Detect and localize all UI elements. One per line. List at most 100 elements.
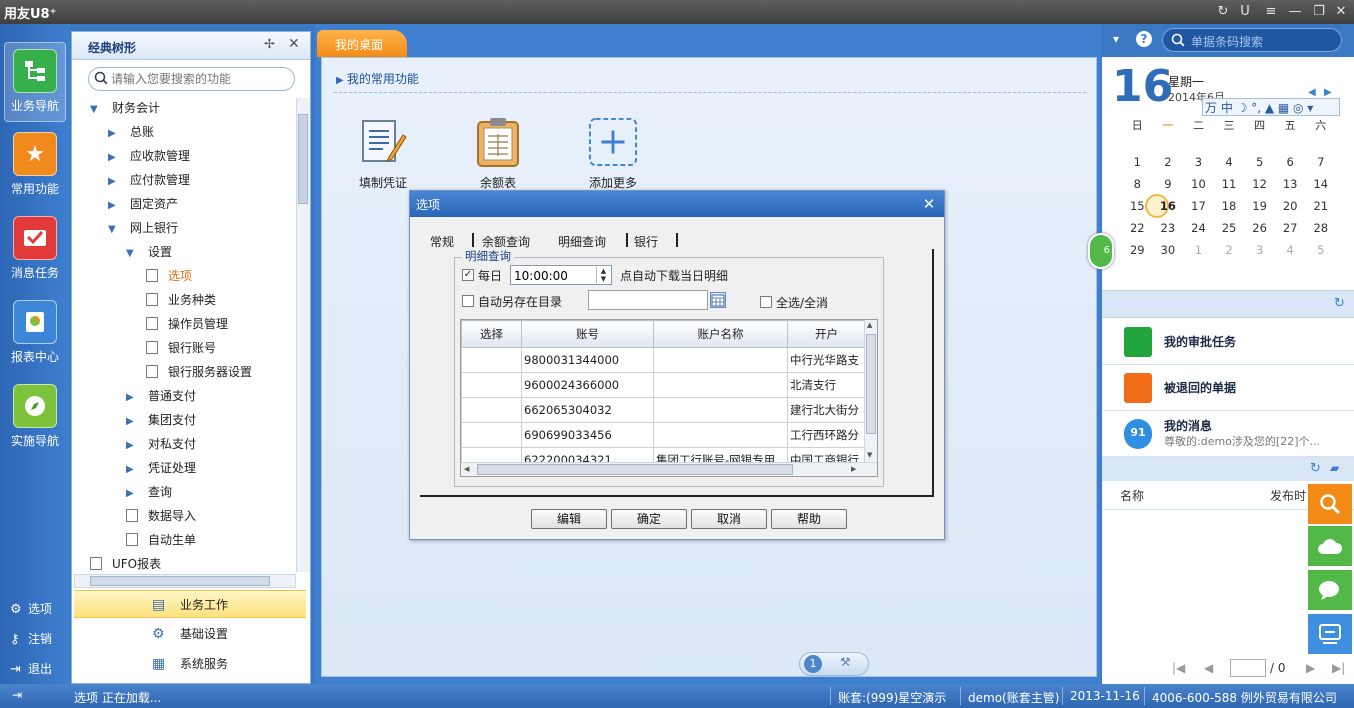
column-select[interactable]: 选择 [461, 320, 522, 348]
tree-vertical-scroll-thumb[interactable] [298, 114, 308, 204]
tab-bank[interactable]: 银行 [634, 233, 658, 250]
tree-node[interactable]: 操作员管理 [72, 312, 296, 336]
document-barcode-search[interactable]: 单据条码搜索 [1162, 28, 1342, 52]
chevron-right-icon[interactable]: ▶ [126, 434, 140, 458]
tree-node[interactable]: ▶ 固定资产 [72, 192, 296, 216]
close-icon[interactable]: ✕ [288, 36, 300, 52]
grid-vertical-scroll-thumb[interactable] [866, 334, 876, 434]
exit-link[interactable]: ⇥ 退出 [10, 660, 52, 677]
calendar-day-cell[interactable]: 19 [1244, 195, 1275, 217]
calendar-day-cell[interactable]: 4 [1275, 239, 1306, 261]
calendar-day-cell[interactable]: 7 [1305, 151, 1336, 173]
task-item[interactable]: 被退回的单据 [1102, 365, 1354, 411]
calendar-day-cell[interactable]: 11 [1214, 173, 1245, 195]
calendar-day-cell[interactable]: 1 [1183, 239, 1214, 261]
table-cell[interactable] [461, 347, 522, 373]
menu-icon[interactable]: ≡ [1262, 3, 1280, 21]
first-page-icon[interactable]: |◀ [1172, 661, 1185, 675]
options-link[interactable]: ⚙ 选项 [10, 600, 52, 617]
task-item[interactable]: 91 我的消息 尊敬的:demo涉及您的[22]个... [1102, 411, 1354, 457]
tree-node[interactable]: 业务种类 [72, 288, 296, 312]
nav-common-functions[interactable]: ★ 常用功能 [4, 126, 66, 206]
column-account-name[interactable]: 账户名称 [653, 320, 788, 348]
calendar-day-cell[interactable]: 13 [1275, 173, 1306, 195]
chevron-down-icon[interactable]: ▼ [126, 242, 140, 266]
basic-settings-button[interactable]: ⚙ 基础设置 [74, 620, 306, 648]
tree-node[interactable]: ▼ 设置 [72, 240, 296, 264]
calendar-day-cell[interactable]: 23 [1153, 217, 1184, 239]
chevron-down-icon[interactable]: ▼ [108, 218, 122, 242]
calendar-day-cell[interactable]: 4 [1214, 151, 1245, 173]
tree-node[interactable]: 银行服务器设置 [72, 360, 296, 384]
book-icon[interactable]: ▰ [1330, 461, 1339, 475]
tree-node[interactable]: 选项 [72, 264, 296, 288]
calendar-day-cell[interactable]: 2 [1153, 151, 1184, 173]
calendar-day-cell[interactable]: 28 [1305, 217, 1336, 239]
calendar-day-cell[interactable]: 14 [1305, 173, 1336, 195]
cancel-button[interactable]: 取消 [691, 509, 767, 529]
calendar-day-cell[interactable]: 3 [1183, 151, 1214, 173]
prev-page-icon[interactable]: ◀ [1204, 661, 1213, 675]
scroll-up-icon[interactable]: ▲ [867, 321, 872, 329]
calendar-day-cell[interactable]: 22 [1122, 217, 1153, 239]
calendar-day-cell[interactable]: 8 [1122, 173, 1153, 195]
table-cell[interactable] [461, 397, 522, 423]
scroll-down-icon[interactable]: ▼ [867, 451, 872, 459]
refresh-icon[interactable]: ↻ [1214, 3, 1232, 21]
dropdown-icon[interactable]: ▾ [1113, 32, 1119, 46]
tree-node[interactable]: ▶ 凭证处理 [72, 456, 296, 480]
scroll-right-icon[interactable]: ▶ [851, 465, 856, 473]
calendar-day-cell[interactable]: 30 [1153, 239, 1184, 261]
chevron-right-icon[interactable]: ▶ [126, 458, 140, 482]
tree-node[interactable]: ▶ 普通支付 [72, 384, 296, 408]
tree-node[interactable]: ▶ 查询 [72, 480, 296, 504]
calendar-day-cell[interactable]: 25 [1214, 217, 1245, 239]
table-row[interactable]: 662065304032 建行北大街分 [461, 397, 866, 423]
calendar-day-cell[interactable]: 15 [1122, 195, 1153, 217]
chevron-right-icon[interactable]: ▶ [108, 170, 122, 194]
tree-node[interactable]: ▶ 应付款管理 [72, 168, 296, 192]
column-bank[interactable]: 开户 [787, 320, 866, 348]
calendar-day-cell[interactable]: 26 [1244, 217, 1275, 239]
tab-my-desktop[interactable]: 我的桌面 [317, 30, 407, 57]
help-button[interactable]: 帮助 [771, 509, 847, 529]
table-row[interactable]: 9800031344000 中行光华路支 [461, 347, 866, 373]
chevron-right-icon[interactable]: ▶ [108, 194, 122, 218]
tree-node[interactable]: ▼ 财务会计 [72, 96, 296, 120]
cloud-tool-button[interactable] [1308, 526, 1352, 566]
refresh-icon[interactable]: ↻ [1334, 296, 1345, 311]
search-tool-button[interactable] [1308, 484, 1352, 524]
tab-detail-query[interactable]: 明细查询 [558, 233, 606, 250]
chevron-right-icon[interactable]: ▶ [126, 482, 140, 506]
tree-node[interactable]: 银行账号 [72, 336, 296, 360]
nav-report-center[interactable]: 报表中心 [4, 294, 66, 374]
daily-checkbox[interactable]: ✓ [462, 269, 474, 281]
business-work-button[interactable]: ▤ 业务工作 [74, 590, 306, 618]
directory-input[interactable] [588, 290, 708, 310]
calendar-day-cell[interactable]: 16 [1153, 195, 1184, 217]
next-month-icon[interactable]: ▶ [1324, 87, 1332, 98]
ime-toolbar[interactable]: 万 中 ☽ °, ▲ ▦ ◎ ▾ [1202, 98, 1340, 116]
calendar-day-cell[interactable]: 5 [1244, 151, 1275, 173]
calendar-day-cell[interactable]: 10 [1183, 173, 1214, 195]
calendar-day-cell[interactable]: 5 [1305, 239, 1336, 261]
calendar-day-cell[interactable]: 21 [1305, 195, 1336, 217]
tree-node[interactable]: UFO报表 [72, 552, 296, 574]
nav-message-tasks[interactable]: 消息任务 [4, 210, 66, 290]
next-page-icon[interactable]: ▶ [1306, 661, 1315, 675]
scroll-left-icon[interactable]: ◀ [464, 465, 469, 473]
pin-icon[interactable]: ⇥ [12, 688, 22, 702]
function-fill-voucher[interactable]: 填制凭证 [338, 116, 428, 191]
add-more-button[interactable]: 添加更多 [568, 116, 658, 191]
tree-node[interactable]: ▶ 集团支付 [72, 408, 296, 432]
floating-badge[interactable]: 6 [1088, 233, 1114, 269]
nav-implementation-navigation[interactable]: 实施导航 [4, 378, 66, 458]
nav-business-navigation[interactable]: 业务导航 [4, 42, 66, 122]
chevron-right-icon[interactable]: ▶ [126, 410, 140, 434]
calendar-day-cell[interactable]: 18 [1214, 195, 1245, 217]
function-balance-sheet[interactable]: 余额表 [453, 116, 543, 191]
calendar-day-cell[interactable]: 20 [1275, 195, 1306, 217]
function-search-input[interactable] [88, 67, 295, 91]
table-cell[interactable] [461, 422, 522, 448]
prev-month-icon[interactable]: ◀ [1308, 87, 1316, 98]
